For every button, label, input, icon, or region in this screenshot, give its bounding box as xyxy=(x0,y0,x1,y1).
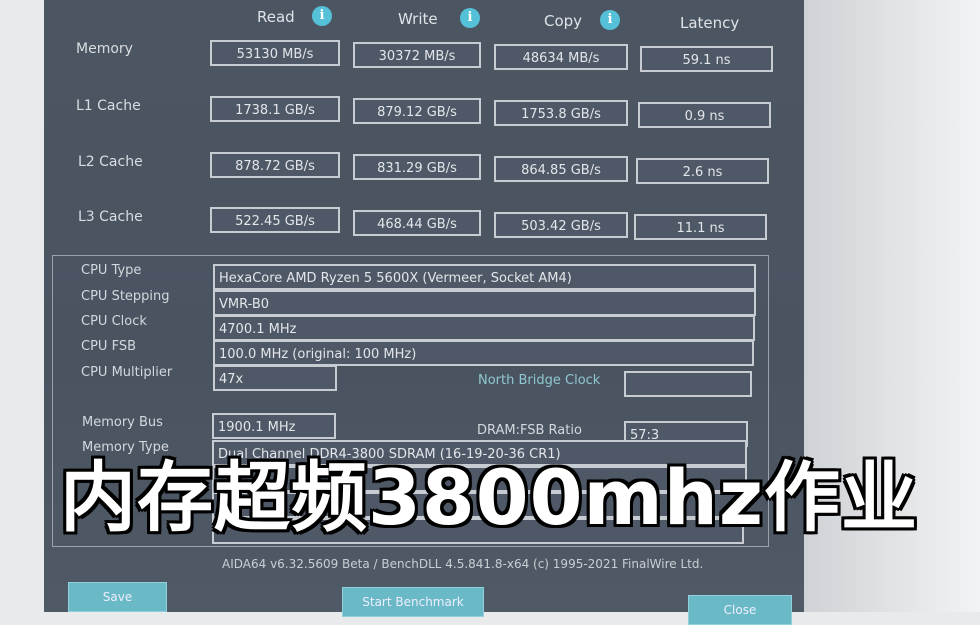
info-icon[interactable]: i xyxy=(460,8,480,28)
cpu-multiplier-value: 47x xyxy=(213,365,337,391)
l1-write: 879.12 GB/s xyxy=(353,98,481,124)
info-icon[interactable]: i xyxy=(600,10,620,30)
memory-copy: 48634 MB/s xyxy=(494,44,628,70)
l1-copy: 1753.8 GB/s xyxy=(494,100,628,126)
header-write: Write xyxy=(398,10,438,28)
north-bridge-clock-value xyxy=(624,371,752,397)
cpu-stepping-label: CPU Stepping xyxy=(81,289,170,304)
header-latency: Latency xyxy=(680,14,740,32)
l3-write: 468.44 GB/s xyxy=(353,210,481,236)
cpu-clock-value: 4700.1 MHz xyxy=(213,315,755,341)
memory-write: 30372 MB/s xyxy=(353,42,481,68)
l2-write: 831.29 GB/s xyxy=(353,154,481,180)
header-read: Read xyxy=(257,8,295,26)
save-button[interactable]: Save xyxy=(68,582,167,612)
cpu-type-value: HexaCore AMD Ryzen 5 5600X (Vermeer, Soc… xyxy=(213,264,756,290)
close-button[interactable]: Close xyxy=(688,595,792,625)
start-benchmark-button[interactable]: Start Benchmark xyxy=(342,587,484,617)
l3-latency: 11.1 ns xyxy=(634,214,767,240)
l2-latency: 2.6 ns xyxy=(636,158,769,184)
l2-read: 878.72 GB/s xyxy=(210,152,340,178)
row-label-memory: Memory xyxy=(76,41,133,57)
cpu-type-label: CPU Type xyxy=(81,263,142,278)
info-icon[interactable]: i xyxy=(312,6,332,26)
row-label-l3: L3 Cache xyxy=(78,209,143,225)
l2-copy: 864.85 GB/s xyxy=(494,156,628,182)
memory-bus-label: Memory Bus xyxy=(82,415,163,430)
cpu-fsb-label: CPU FSB xyxy=(81,339,136,354)
video-caption: 内存超频3800mhz作业 xyxy=(60,453,919,542)
version-footer: AIDA64 v6.32.5609 Beta / BenchDLL 4.5.84… xyxy=(222,557,704,571)
memory-latency: 59.1 ns xyxy=(640,46,773,72)
l1-read: 1738.1 GB/s xyxy=(210,96,340,122)
north-bridge-clock-label: North Bridge Clock xyxy=(478,373,601,388)
cpu-multiplier-label: CPU Multiplier xyxy=(81,365,173,380)
cpu-stepping-value: VMR-B0 xyxy=(213,290,756,316)
l3-copy: 503.42 GB/s xyxy=(494,212,628,238)
cpu-clock-label: CPU Clock xyxy=(81,314,147,329)
memory-read: 53130 MB/s xyxy=(210,40,340,66)
l3-read: 522.45 GB/s xyxy=(210,207,340,233)
l1-latency: 0.9 ns xyxy=(638,102,771,128)
row-label-l2: L2 Cache xyxy=(78,154,143,170)
header-copy: Copy xyxy=(544,12,583,30)
row-label-l1: L1 Cache xyxy=(76,98,141,114)
cpu-fsb-value: 100.0 MHz (original: 100 MHz) xyxy=(213,340,754,366)
